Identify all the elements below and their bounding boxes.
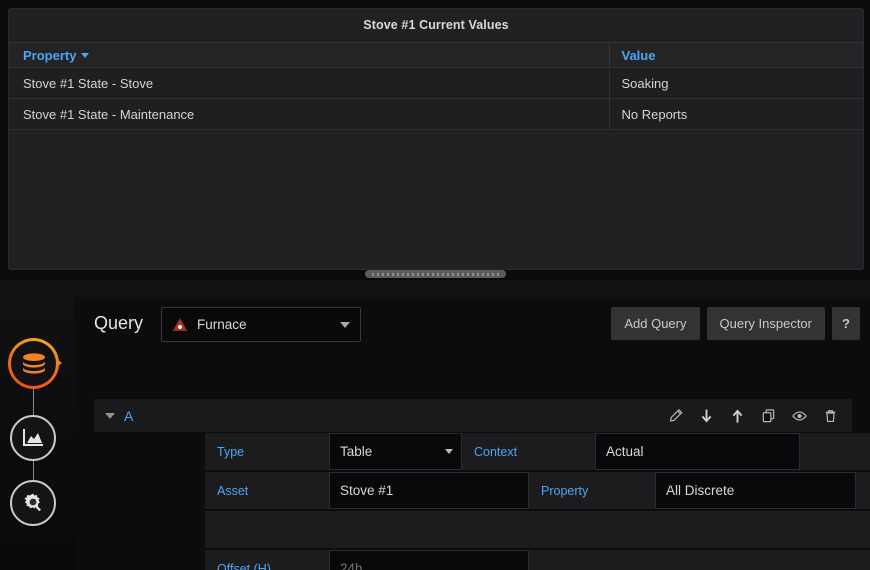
edit-query-icon[interactable] <box>668 408 683 424</box>
query-fields: Type Table Context Actual Asset Stove #1… <box>205 433 870 570</box>
type-label: Type <box>205 433 329 470</box>
collapse-query-icon[interactable] <box>105 412 115 419</box>
cell-value: Soaking <box>608 67 863 99</box>
query-row-actions <box>668 408 838 424</box>
query-ref-id: A <box>124 407 134 424</box>
table-empty-space <box>9 130 863 240</box>
cell-value: No Reports <box>608 98 863 130</box>
chevron-down-icon <box>340 321 350 328</box>
offset-input[interactable] <box>329 550 529 570</box>
toggle-query-visibility-icon[interactable] <box>792 408 807 424</box>
row-spacer <box>856 472 870 509</box>
property-input[interactable]: All Discrete <box>655 472 856 509</box>
property-label: Property <box>529 472 655 509</box>
cell-property: Stove #1 State - Stove <box>9 67 609 99</box>
panel-editor: Query Furnace Add Query Query Inspector … <box>0 280 870 570</box>
query-inspector-button[interactable]: Query Inspector <box>706 307 825 340</box>
query-field-row-2: Asset Stove #1 Property All Discrete <box>205 472 870 509</box>
row-spacer <box>800 433 870 470</box>
row-spacer <box>529 550 870 570</box>
query-field-row-4: Offset (H) <box>205 550 870 570</box>
query-editor-card: Query Furnace Add Query Query Inspector … <box>75 297 870 570</box>
query-row-header: A <box>94 399 852 432</box>
offset-label: Offset (H) <box>205 550 329 570</box>
context-label: Context <box>462 433 595 470</box>
datasource-picker[interactable]: Furnace <box>161 307 361 342</box>
chevron-down-icon <box>445 449 453 454</box>
panel-resize-handle[interactable] <box>365 270 506 278</box>
context-input[interactable]: Actual <box>595 433 800 470</box>
move-query-down-icon[interactable] <box>699 408 714 424</box>
grafana-panel-edit-screen: Stove #1 Current Values Property Value S… <box>0 0 870 570</box>
query-header-buttons: Add Query Query Inspector ? <box>611 307 860 340</box>
visualization-tab-circle <box>10 415 56 461</box>
asset-input[interactable]: Stove #1 <box>329 472 529 509</box>
table-panel: Stove #1 Current Values Property Value S… <box>8 8 864 270</box>
help-button[interactable]: ? <box>832 307 860 340</box>
asset-label: Asset <box>205 472 329 509</box>
remove-query-icon[interactable] <box>823 408 838 424</box>
add-query-button[interactable]: Add Query <box>611 307 700 340</box>
query-editor-header: Query Furnace Add Query Query Inspector … <box>75 297 870 359</box>
cell-property: Stove #1 State - Maintenance <box>9 98 609 130</box>
sidebar-item-panel-options[interactable] <box>10 480 56 526</box>
chart-icon <box>23 429 43 446</box>
column-header-value[interactable]: Value <box>608 42 863 68</box>
column-header-property[interactable]: Property <box>9 42 609 68</box>
current-values-table: Property Value Stove #1 State - Stove So… <box>9 42 863 130</box>
page-title: Stove #1 Current Values <box>363 18 509 32</box>
sort-descending-icon <box>81 52 90 58</box>
query-field-row-3 <box>205 511 870 548</box>
panel-options-tab-circle <box>10 480 56 526</box>
query-field-row-1: Type Table Context Actual <box>205 433 870 470</box>
table-row: Stove #1 State - Maintenance No Reports <box>9 98 863 130</box>
datasource-name: Furnace <box>197 317 247 332</box>
gear-wrench-icon <box>24 493 41 512</box>
column-header-value-label: Value <box>621 47 656 63</box>
duplicate-query-icon[interactable] <box>761 408 776 424</box>
sidebar-item-visualization[interactable] <box>10 415 56 461</box>
resize-grip-dots <box>372 272 499 276</box>
sidebar-item-queries[interactable] <box>8 338 62 389</box>
query-section-title: Query <box>94 313 144 333</box>
type-select-value: Table <box>340 444 373 459</box>
move-query-up-icon[interactable] <box>730 408 745 424</box>
column-header-property-label: Property <box>23 47 77 63</box>
type-select[interactable]: Table <box>329 433 462 470</box>
table-row: Stove #1 State - Stove Soaking <box>9 67 863 99</box>
furnace-datasource-logo-icon <box>172 317 188 331</box>
database-icon <box>22 352 45 374</box>
queries-tab-circle <box>8 338 59 389</box>
table-header-row: Property Value <box>9 42 863 68</box>
editor-tab-rail <box>0 280 72 570</box>
